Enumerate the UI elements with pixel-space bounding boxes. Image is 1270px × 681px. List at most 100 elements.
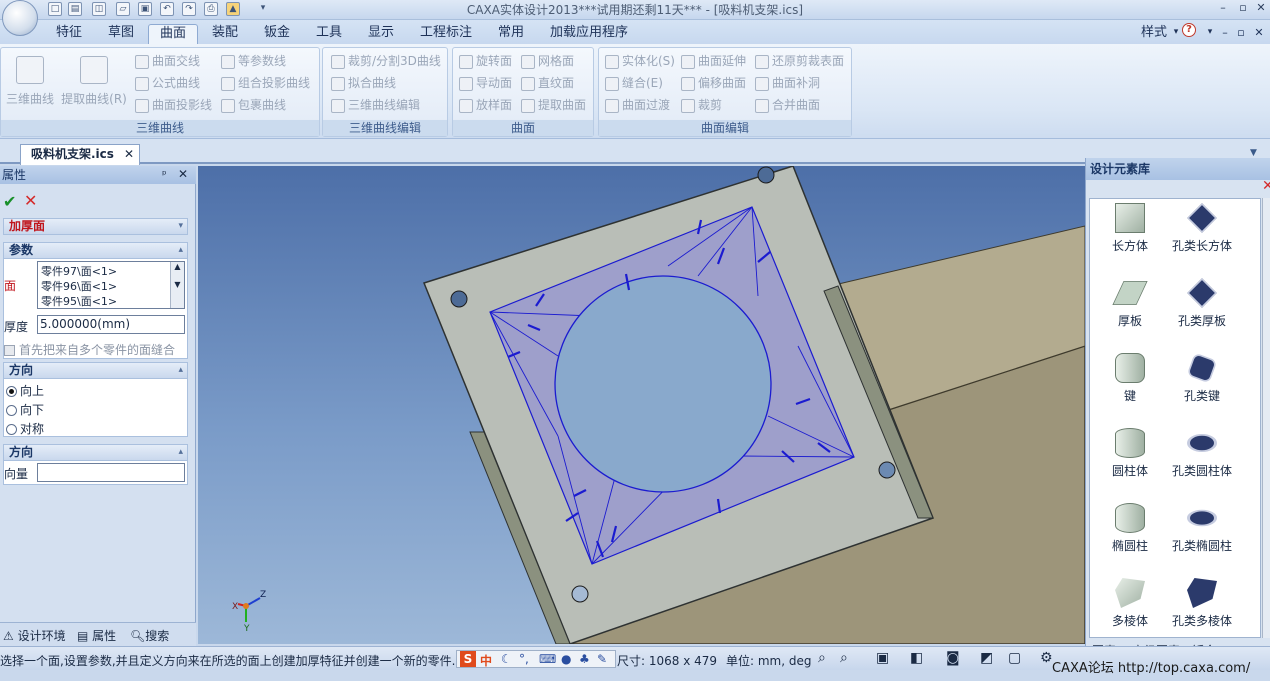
face-item[interactable]: 零件97\面<1>	[41, 263, 117, 279]
ime-mode-label[interactable]: 中	[480, 652, 492, 669]
stitch-checkbox[interactable]: 首先把来自多个零件的面缝合	[4, 341, 175, 358]
surface-blend-button[interactable]: 曲面过渡	[605, 96, 670, 114]
lib-hole-key[interactable]: 孔类键	[1162, 352, 1242, 404]
maximize-button[interactable]: ▫	[1234, 1, 1252, 15]
lib-plate[interactable]: 厚板	[1090, 278, 1170, 329]
extract-curve-button[interactable]: 提取曲线(R)	[61, 56, 127, 107]
restore-trimmed-button[interactable]: 还原剪裁表面	[755, 52, 844, 70]
formula-curve-button[interactable]: 公式曲线	[135, 74, 200, 92]
tab-search[interactable]: 🔍︎搜索	[130, 627, 169, 644]
mdi-close-button[interactable]: ✕	[1252, 24, 1266, 44]
ruled-surface-button[interactable]: 直纹面	[521, 74, 574, 92]
loft-surface-button[interactable]: 放样面	[459, 96, 512, 114]
help-dropdown-icon[interactable]: ▾	[1204, 24, 1216, 44]
face-item[interactable]: 零件95\面<1>	[41, 293, 117, 309]
cancel-icon[interactable]: ✕	[24, 191, 37, 210]
help-icon[interactable]: ?	[1182, 23, 1196, 37]
tab-addins[interactable]: 加载应用程序	[544, 24, 634, 44]
lib-hole-plate[interactable]: 孔类厚板	[1162, 278, 1242, 329]
surface-projection-button[interactable]: 曲面投影线	[135, 96, 212, 114]
radio-symmetric[interactable]: 对称	[6, 420, 44, 437]
minimize-button[interactable]: –	[1214, 1, 1232, 15]
lib-elliptic-cylinder[interactable]: 椭圆柱	[1090, 503, 1170, 554]
tab-assembly[interactable]: 装配	[204, 24, 246, 44]
view-cube-icon[interactable]: ▣	[876, 650, 889, 666]
iso-parameter-button[interactable]: 等参数线	[221, 52, 286, 70]
lib-hole-elliptic-cylinder[interactable]: 孔类椭圆柱	[1162, 503, 1242, 554]
tab-design-env[interactable]: ⚠ 设计环境	[3, 627, 66, 644]
trim-surface-button[interactable]: 裁剪	[681, 96, 722, 114]
fill-hole-button[interactable]: 曲面补洞	[755, 74, 820, 92]
lib-hole-prism[interactable]: 孔类多棱体	[1162, 578, 1242, 629]
trim-split-curve-button[interactable]: 裁剪/分割3D曲线	[331, 52, 441, 70]
ime-settings-icon[interactable]: ✎	[597, 652, 607, 666]
style-dropdown-icon[interactable]: ▾	[1170, 24, 1182, 44]
lib-hole-cylinder[interactable]: 孔类圆柱体	[1162, 428, 1242, 479]
face-list[interactable]: 零件97\面<1> 零件96\面<1> 零件95\面<1> ▲ ▼	[37, 261, 185, 309]
revolve-surface-button[interactable]: 旋转面	[459, 52, 512, 70]
params-header[interactable]: 参数 ▴	[3, 242, 188, 259]
zoom-fit-icon[interactable]: ⌕	[840, 650, 848, 666]
face-item[interactable]: 零件96\面<1>	[41, 278, 117, 294]
extend-surface-button[interactable]: 曲面延伸	[681, 52, 746, 70]
app-menu-button[interactable]	[2, 0, 38, 36]
tab-annotation[interactable]: 工程标注	[414, 24, 478, 44]
tab-display[interactable]: 显示	[360, 24, 402, 44]
mesh-surface-button[interactable]: 网格面	[521, 52, 574, 70]
tab-surface[interactable]: 曲面	[148, 24, 198, 44]
merge-surface-button[interactable]: 合并曲面	[755, 96, 820, 114]
confirm-icon[interactable]: ✔	[3, 192, 16, 211]
vector-input[interactable]	[37, 463, 185, 482]
thickness-input[interactable]: 5.000000(mm)	[37, 315, 185, 334]
tab-common[interactable]: 常用	[490, 24, 532, 44]
tab-tools[interactable]: 工具	[308, 24, 350, 44]
extract-surface-button[interactable]: 提取曲面	[521, 96, 586, 114]
mdi-minimize-button[interactable]: –	[1218, 24, 1232, 44]
ime-toolbar[interactable]: S 中 ☾ °, ⌨ ● ♣ ✎	[456, 650, 616, 668]
radio-up[interactable]: 向上	[6, 382, 44, 399]
ime-moon-icon[interactable]: ☾	[501, 652, 512, 666]
camera-icon[interactable]: ◙	[946, 650, 960, 666]
solidify-button[interactable]: 实体化(S)	[605, 52, 675, 70]
library-close-icon[interactable]: ✕	[1262, 178, 1270, 194]
shading-icon[interactable]: ▢	[1008, 650, 1021, 666]
radio-down[interactable]: 向下	[6, 401, 44, 418]
direction2-header[interactable]: 方向 ▴	[3, 444, 188, 461]
tab-sheetmetal[interactable]: 钣金	[256, 24, 298, 44]
zoom-icon[interactable]: ⌕	[818, 650, 826, 666]
pin-icon[interactable]: ᵖ	[162, 168, 167, 181]
mdi-restore-button[interactable]: ▫	[1234, 24, 1248, 44]
document-tab[interactable]: 吸料机支架.ics ✕	[20, 144, 140, 165]
offset-surface-button[interactable]: 偏移曲面	[681, 74, 746, 92]
view-orient-icon[interactable]: ◧	[910, 650, 923, 666]
lib-cuboid[interactable]: 长方体	[1090, 203, 1170, 254]
ime-skin-icon[interactable]: ♣	[579, 652, 590, 666]
stitch-button[interactable]: 缝合(E)	[605, 74, 663, 92]
direction-header[interactable]: 方向 ▴	[3, 362, 188, 379]
edit-3d-curve-button[interactable]: 三维曲线编辑	[331, 96, 420, 114]
lib-cylinder[interactable]: 圆柱体	[1090, 428, 1170, 479]
keyboard-icon[interactable]: ⌨	[539, 652, 556, 666]
sweep-surface-button[interactable]: 导动面	[459, 74, 512, 92]
tab-feature[interactable]: 特征	[48, 24, 90, 44]
display-settings-icon[interactable]: ⚙	[1040, 650, 1053, 666]
tab-sketch[interactable]: 草图	[100, 24, 142, 44]
3d-curve-button[interactable]: 三维曲线	[3, 56, 57, 107]
face-list-scrollbar[interactable]: ▲ ▼	[170, 262, 184, 308]
lib-key[interactable]: 键	[1090, 353, 1170, 404]
3d-viewport[interactable]: Z X Y	[198, 166, 1085, 644]
wrap-curve-button[interactable]: 包裹曲线	[221, 96, 286, 114]
feature-header[interactable]: 加厚面 ▾	[3, 218, 188, 235]
lib-hole-cuboid[interactable]: 孔类长方体	[1162, 203, 1242, 254]
surface-intersection-button[interactable]: 曲面交线	[135, 52, 200, 70]
lib-prism[interactable]: 多棱体	[1090, 578, 1170, 629]
tab-properties[interactable]: ▤ 属性	[77, 627, 116, 644]
ime-punct-icon[interactable]: °,	[519, 652, 529, 666]
combined-projection-button[interactable]: 组合投影曲线	[221, 74, 310, 92]
style-menu[interactable]: 样式	[1134, 24, 1174, 44]
render-mode-icon[interactable]: ◩	[980, 650, 993, 666]
panel-close-icon[interactable]: ✕	[178, 167, 188, 181]
close-tab-icon[interactable]: ✕	[124, 145, 134, 164]
tab-list-dropdown-icon[interactable]: ▼	[1250, 148, 1257, 158]
library-scrollbar[interactable]	[1262, 198, 1270, 638]
